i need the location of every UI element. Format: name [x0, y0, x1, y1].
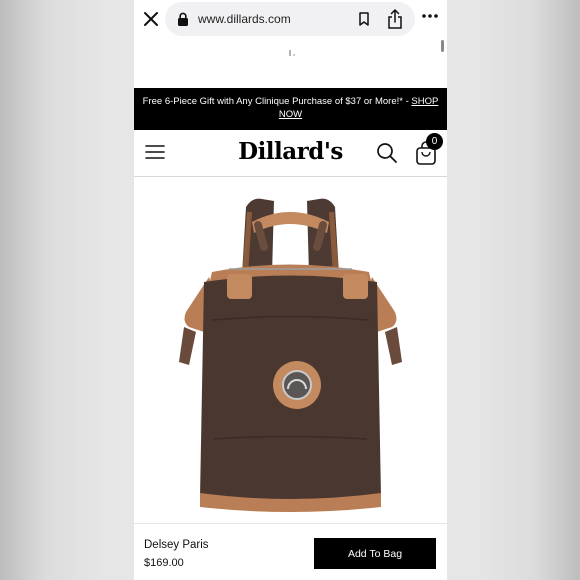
product-price: $169.00	[144, 557, 184, 569]
site-header: Dillard's 0	[134, 130, 447, 177]
more-icon[interactable]	[420, 13, 440, 19]
loading-spinner-icon	[289, 50, 296, 57]
close-icon[interactable]	[142, 10, 160, 28]
promo-banner[interactable]: Free 6-Piece Gift with Any Clinique Purc…	[134, 88, 447, 130]
share-icon[interactable]	[387, 9, 403, 29]
search-icon[interactable]	[376, 142, 398, 164]
browser-toolbar: www.dillards.com	[134, 0, 447, 38]
dillards-logo[interactable]: Dillard's	[134, 138, 447, 165]
phone-screen: www.dillards.com Free 6-Piece Gift with …	[134, 0, 447, 580]
product-brand: Delsey Paris	[144, 539, 209, 551]
backpack-product-image	[179, 198, 402, 512]
add-to-bag-button[interactable]: Add To Bag	[314, 538, 436, 569]
url-text: www.dillards.com	[198, 12, 291, 26]
promo-text: Free 6-Piece Gift with Any Clinique Purc…	[142, 96, 412, 107]
cart-count-badge: 0	[426, 133, 443, 150]
product-image-area[interactable]	[134, 177, 447, 523]
product-bottom-bar: Delsey Paris $169.00 Add To Bag	[134, 523, 447, 580]
bookmark-icon[interactable]	[358, 12, 370, 26]
lock-icon	[178, 12, 188, 26]
address-bar[interactable]: www.dillards.com	[165, 2, 415, 36]
scrollbar[interactable]	[441, 40, 444, 52]
